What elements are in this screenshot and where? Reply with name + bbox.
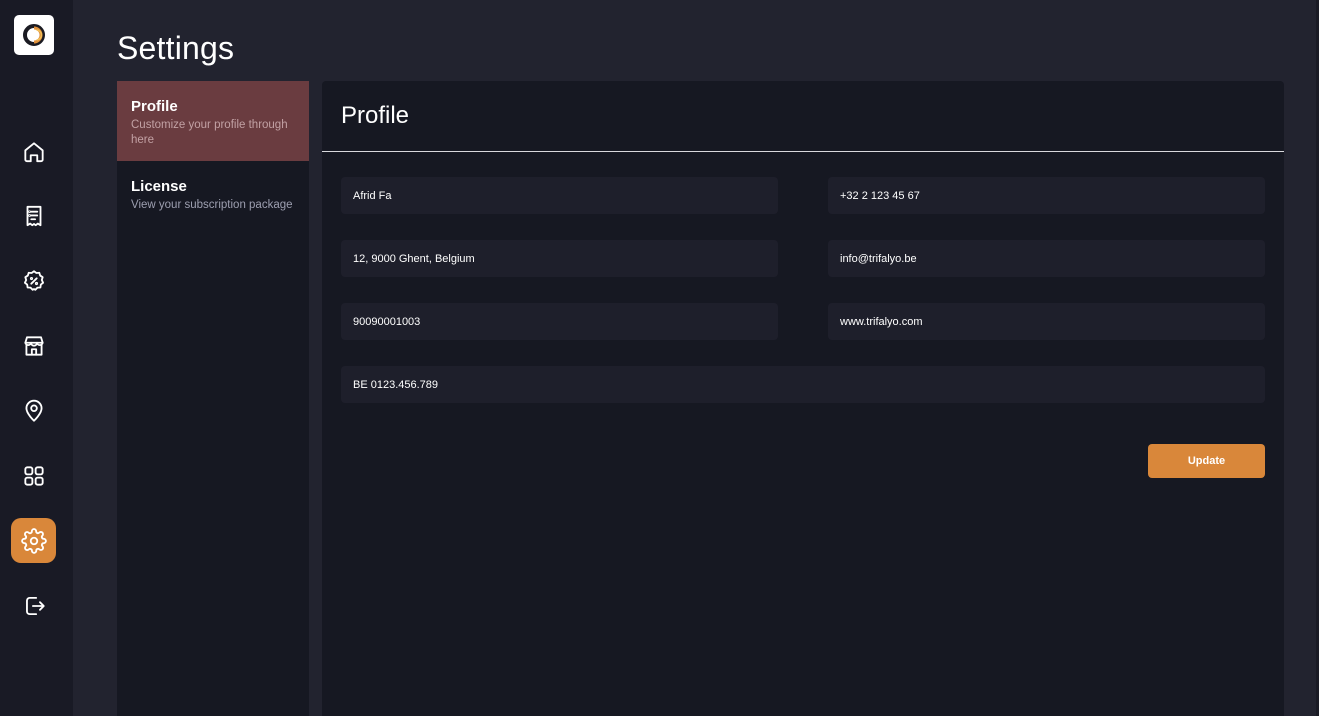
nav-discounts[interactable] xyxy=(11,258,56,303)
sidebar-rail xyxy=(0,0,73,716)
brand-logo-icon[interactable] xyxy=(14,15,54,55)
subnav-item-description: Customize your profile through here xyxy=(131,119,288,146)
subnav-item-description: View your subscription package xyxy=(131,199,293,211)
grid-icon xyxy=(23,465,44,486)
address-field[interactable] xyxy=(341,240,778,277)
panel-title: Profile xyxy=(341,102,410,129)
subnav-item-title: Profile xyxy=(131,98,178,115)
subnav-item-profile[interactable]: Profile Customize your profile through h… xyxy=(117,81,309,161)
gear-icon xyxy=(20,527,47,554)
panel-header: Profile xyxy=(322,81,1284,152)
store-icon xyxy=(23,335,44,356)
map-pin-icon xyxy=(24,399,43,422)
nav-apps[interactable] xyxy=(11,453,56,498)
profile-panel: Profile Update xyxy=(322,81,1284,716)
phone-field[interactable] xyxy=(828,177,1265,214)
update-button[interactable]: Update xyxy=(1148,444,1265,478)
website-field[interactable] xyxy=(828,303,1265,340)
page-title: Settings xyxy=(117,30,235,66)
name-field[interactable] xyxy=(341,177,778,214)
nav-locations[interactable] xyxy=(11,388,56,433)
home-icon xyxy=(23,141,44,162)
receipt-icon xyxy=(26,205,41,226)
nav-settings[interactable] xyxy=(11,518,56,563)
subnav-item-license[interactable]: License View your subscription package xyxy=(117,161,309,241)
logout-icon xyxy=(25,596,45,615)
registration-field[interactable] xyxy=(341,303,778,340)
subnav-item-title: License xyxy=(131,178,187,195)
vat-field[interactable] xyxy=(341,366,1265,403)
email-field[interactable] xyxy=(828,240,1265,277)
discount-badge-icon xyxy=(23,269,44,291)
nav-logout[interactable] xyxy=(11,583,56,628)
nav-stores[interactable] xyxy=(11,323,56,368)
nav-home[interactable] xyxy=(11,129,56,174)
nav-receipts[interactable] xyxy=(11,193,56,238)
settings-subnav: Profile Customize your profile through h… xyxy=(117,81,309,716)
